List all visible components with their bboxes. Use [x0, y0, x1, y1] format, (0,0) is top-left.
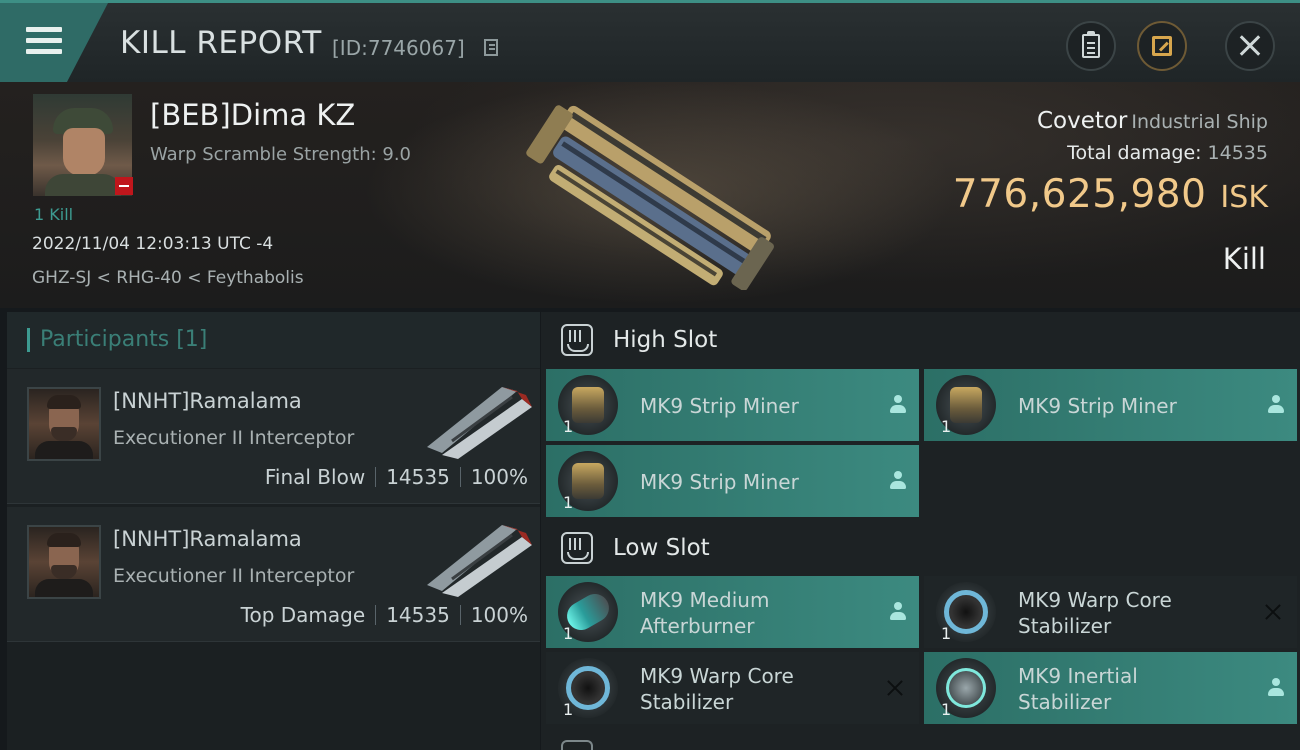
pilot-icon: [1267, 678, 1285, 698]
module-name-line2: Stabilizer: [640, 690, 734, 714]
pilot-icon: [889, 395, 907, 415]
module-item[interactable]: 1 MK9 Warp Core Stabilizer: [546, 652, 919, 724]
participant-ship: Executioner II Interceptor: [113, 565, 355, 587]
module-name: MK9 Warp Core Stabilizer: [1018, 587, 1172, 639]
high-slot-header: High Slot: [541, 312, 1300, 369]
low-slot-header: Low Slot: [541, 520, 1300, 577]
module-quantity: 1: [563, 700, 574, 719]
close-button[interactable]: [1225, 21, 1275, 71]
participant-role: Top Damage: [240, 603, 366, 627]
module-name: MK9 Warp Core Stabilizer: [640, 663, 794, 715]
destroyed-x-icon: [1263, 602, 1283, 622]
module-quantity: 1: [563, 493, 574, 512]
ship-name: Covetor: [1036, 108, 1128, 134]
module-name-line2: Afterburner: [640, 614, 755, 638]
high-slot-title: High Slot: [613, 327, 718, 353]
module-name-line1: MK9 Inertial: [1018, 664, 1138, 688]
menu-button[interactable]: [0, 3, 108, 82]
kill-datetime: 2022/11/04 12:03:13 UTC -4: [32, 234, 274, 254]
module-name-line2: Stabilizer: [1018, 690, 1112, 714]
victim-ship-image: [526, 105, 774, 290]
participant-avatar[interactable]: [27, 387, 101, 461]
participants-title: Participants [1]: [40, 327, 208, 352]
total-damage-label: Total damage:: [1067, 142, 1202, 164]
module-item[interactable]: 1 MK9 Medium Afterburner: [546, 576, 919, 648]
participant-ship-icon: [427, 387, 532, 459]
participant-name: [NNHT]Ramalama: [113, 527, 302, 551]
module-item[interactable]: 1 MK9 Strip Miner: [546, 369, 919, 441]
module-name: MK9 Strip Miner: [640, 394, 799, 418]
module-name: MK9 Strip Miner: [640, 470, 799, 494]
module-quantity: 1: [563, 624, 574, 643]
participant-stats: Top Damage 14535 100%: [241, 603, 528, 627]
copy-icon[interactable]: [484, 39, 498, 56]
header-bar: KILL REPORT [ID:7746067]: [0, 0, 1300, 82]
module-name-line1: MK9 Medium: [640, 588, 770, 612]
participant-avatar[interactable]: [27, 525, 101, 599]
participant-damage: 14535: [386, 465, 450, 489]
kill-count: 1 Kill: [34, 205, 74, 224]
close-icon: [1227, 23, 1273, 69]
ship-class: Industrial Ship: [1131, 111, 1268, 133]
participant-ship-icon: [427, 525, 532, 597]
module-item[interactable]: 1 MK9 Strip Miner: [924, 369, 1297, 441]
isk-unit: ISK: [1220, 180, 1268, 215]
next-slot-header: [541, 734, 1300, 750]
share-icon: [1152, 36, 1172, 56]
warp-scramble-strength: Warp Scramble Strength: 9.0: [150, 144, 412, 165]
clipboard-button[interactable]: [1066, 21, 1116, 71]
participant-percent: 100%: [470, 465, 528, 489]
high-slot-icon: [561, 324, 593, 356]
module-quantity: 1: [563, 417, 574, 436]
participants-panel: Participants [1] [NNHT]Ramalama Executio…: [7, 312, 540, 750]
isk-value: 776,625,980 ISK: [953, 172, 1268, 217]
module-name: MK9 Strip Miner: [1018, 394, 1177, 418]
module-item[interactable]: 1 MK9 Warp Core Stabilizer: [924, 576, 1297, 648]
module-quantity: 1: [941, 417, 952, 436]
participant-row[interactable]: [NNHT]Ramalama Executioner II Intercepto…: [7, 369, 540, 504]
total-damage-value: 14535: [1207, 142, 1268, 164]
module-quantity: 1: [941, 624, 952, 643]
victim-banner: [BEB]Dima KZ Warp Scramble Strength: 9.0…: [0, 82, 1300, 308]
participant-name: [NNHT]Ramalama: [113, 389, 302, 413]
victim-ship[interactable]: Covetor Industrial Ship: [1037, 108, 1268, 134]
participant-stats: Final Blow 14535 100%: [265, 465, 528, 489]
module-item[interactable]: 1 MK9 Strip Miner: [546, 445, 919, 517]
kill-location[interactable]: GHZ-SJ < RHG-40 < Feythabolis: [32, 268, 304, 288]
fittings-panel: High Slot 1 MK9 Strip Miner 1 MK9 Strip …: [541, 312, 1300, 750]
module-name-line2: Stabilizer: [1018, 614, 1112, 638]
pilot-icon: [889, 602, 907, 622]
participant-role: Final Blow: [264, 465, 366, 489]
participant-damage: 14535: [386, 603, 450, 627]
share-button[interactable]: [1137, 21, 1187, 71]
module-name-line1: MK9 Warp Core: [1018, 588, 1172, 612]
low-slot-icon: [561, 532, 593, 564]
victim-name[interactable]: [BEB]Dima KZ: [150, 98, 355, 132]
module-name: MK9 Medium Afterburner: [640, 587, 769, 639]
module-item[interactable]: 1 MK9 Inertial Stabilizer: [924, 652, 1297, 724]
participant-row[interactable]: [NNHT]Ramalama Executioner II Intercepto…: [7, 507, 540, 642]
module-quantity: 1: [941, 700, 952, 719]
total-damage: Total damage: 14535: [1067, 142, 1268, 164]
pilot-icon: [889, 471, 907, 491]
isk-amount: 776,625,980: [952, 172, 1207, 217]
module-name: MK9 Inertial Stabilizer: [1018, 663, 1138, 715]
participant-ship: Executioner II Interceptor: [113, 427, 355, 449]
result-label: Kill: [1222, 242, 1266, 276]
destroyed-x-icon: [885, 678, 905, 698]
participant-percent: 100%: [470, 603, 528, 627]
mid-slot-icon: [561, 740, 593, 750]
participants-header: Participants [1]: [7, 312, 540, 368]
clipboard-icon: [1082, 31, 1100, 58]
pilot-icon: [1267, 395, 1285, 415]
page-title: KILL REPORT: [120, 25, 322, 61]
kill-id: [ID:7746067]: [332, 36, 465, 60]
low-slot-title: Low Slot: [613, 535, 710, 561]
destroyed-badge-icon: [115, 177, 133, 195]
module-name-line1: MK9 Warp Core: [640, 664, 794, 688]
